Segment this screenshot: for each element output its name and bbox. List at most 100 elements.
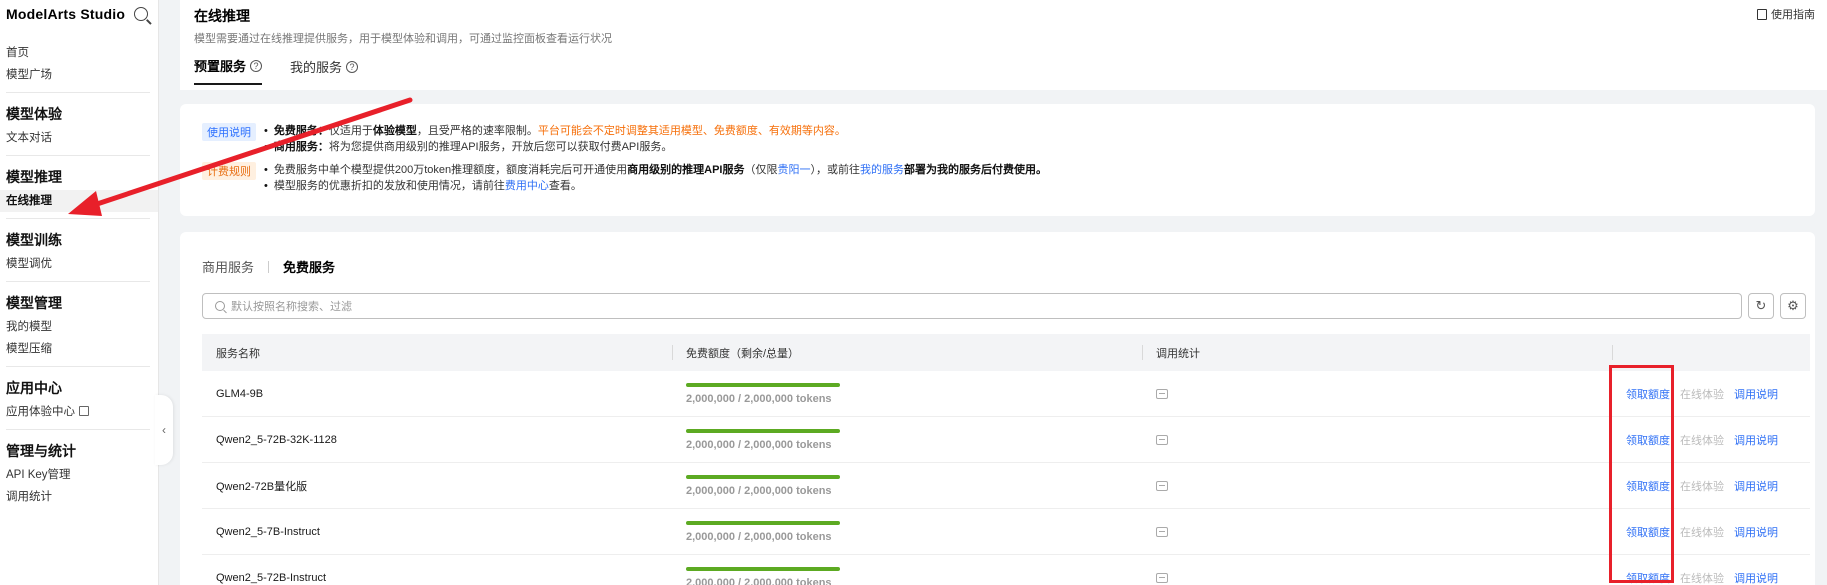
sidebar-collapse-button[interactable]: ‹ (155, 395, 173, 465)
tab-commercial-services[interactable]: 商用服务 (202, 257, 254, 276)
notice-line-discount: 模型服务的优惠折扣的发放和使用情况，请前往费用中心查看。 (264, 178, 1047, 194)
chart-icon[interactable] (1156, 388, 1168, 399)
sidebar-group-model-management: 模型管理 (6, 295, 62, 311)
notice-line-commercial: 商用服务：将为您提供商用级别的推理API服务，开放后您可以获取付费API服务。 (264, 139, 846, 155)
billing-center-link[interactable]: 费用中心 (505, 180, 549, 192)
quota-cell: 2,000,000 / 2,000,000 tokens (672, 463, 1142, 509)
table-row: Qwen2_5-7B-Instruct 2,000,000 / 2,000,000… (202, 509, 1810, 555)
services-table: 服务名称 免费额度（剩余/总量） 调用统计 GLM4-9B 2,000,000 /… (202, 334, 1810, 585)
sidebar-item-online-inference[interactable]: 在线推理 (0, 190, 158, 212)
service-name-cell: GLM4-9B (202, 371, 672, 417)
notice-usage-row: 使用说明 免费服务：仅适用于体验模型，且受严格的速率限制。平台可能会不定时调整其… (202, 123, 846, 155)
column-header-quota: 免费额度（剩余/总量） (672, 334, 1142, 371)
tab-free-services[interactable]: 免费服务 (283, 257, 335, 276)
column-header-name: 服务名称 (216, 347, 260, 360)
quota-cell: 2,000,000 / 2,000,000 tokens (672, 417, 1142, 463)
service-name: GLM4-9B (216, 387, 264, 400)
notice-line-quota: 免费服务中单个模型提供200万token推理额度，额度消耗完后可开通使用商用级别… (264, 162, 1047, 178)
sidebar-item-my-models[interactable]: 我的模型 (0, 316, 158, 338)
divider (6, 429, 150, 430)
online-try-button: 在线体验 (1680, 388, 1724, 401)
sidebar-item-model-compression[interactable]: 模型压缩 (0, 338, 158, 360)
sidebar-group-app-center: 应用中心 (6, 380, 62, 396)
divider (268, 260, 270, 273)
notice-billing-row: 计费规则 免费服务中单个模型提供200万token推理额度，额度消耗完后可开通使… (202, 162, 1047, 194)
document-icon (1757, 8, 1767, 20)
stats-cell (1142, 417, 1612, 463)
sidebar: ModelArts Studio 首页 模型广场 模型体验 文本对话 模型推理 … (0, 0, 159, 585)
search-icon[interactable] (134, 7, 148, 21)
stats-cell (1142, 509, 1612, 555)
service-name-cell: Qwen2_5-7B-Instruct (202, 509, 672, 555)
notice-label: 免费服务： (273, 125, 329, 137)
divider (6, 366, 150, 367)
quota-text: 2,000,000 / 2,000,000 tokens (686, 438, 832, 451)
quota-cell: 2,000,000 / 2,000,000 tokens (672, 555, 1142, 585)
service-name-cell: Qwen2-72B量化版 (202, 463, 672, 509)
search-icon (215, 301, 225, 311)
divider (6, 155, 150, 156)
table-header: 服务名称 免费额度（剩余/总量） 调用统计 (202, 334, 1810, 371)
notice-line-free: 免费服务：仅适用于体验模型，且受严格的速率限制。平台可能会不定时调整其适用模型、… (264, 123, 846, 139)
api-docs-link[interactable]: 调用说明 (1734, 386, 1778, 402)
page-description: 模型需要通过在线推理提供服务，用于模型体验和调用，可通过监控面板查看运行状况 (194, 33, 612, 45)
services-panel: 商用服务 免费服务 默认按照名称搜索、过滤 ↻ ⚙ 服务名称 免费额度（剩余/总… (180, 232, 1815, 585)
region-link[interactable]: 贵阳一 (777, 164, 810, 176)
table-row: Qwen2_5-72B-32K-1128 2,000,000 / 2,000,00… (202, 417, 1810, 463)
sidebar-item-label: 应用体验中心 (6, 406, 75, 418)
table-body: GLM4-9B 2,000,000 / 2,000,000 tokens 领取额度在… (202, 371, 1810, 585)
sidebar-item-home[interactable]: 首页 (0, 42, 158, 64)
notice-text: 免费服务中单个模型提供200万token推理额度，额度消耗完后可开通使用 (273, 164, 628, 176)
service-name: Qwen2_5-72B-32K-1128 (216, 433, 337, 446)
notice-text: 模型服务的优惠折扣的发放和使用情况，请前往 (273, 180, 505, 192)
guide-link[interactable]: 使用指南 (1757, 6, 1815, 22)
column-header-stats: 调用统计 (1142, 334, 1612, 371)
notice-text: ），或前往 (810, 164, 860, 176)
service-type-tabs: 商用服务 免费服务 (202, 257, 335, 276)
service-name: Qwen2-72B量化版 (216, 480, 308, 493)
my-services-link[interactable]: 我的服务 (860, 164, 904, 176)
sidebar-item-app-experience[interactable]: 应用体验中心 (0, 401, 158, 423)
sidebar-item-model-square[interactable]: 模型广场 (0, 64, 158, 86)
notice-label: 商用服务： (273, 141, 329, 153)
stats-cell (1142, 555, 1612, 585)
notice-text: 仅适用于 (328, 125, 373, 137)
api-docs-link[interactable]: 调用说明 (1734, 524, 1778, 540)
usage-notice: 使用说明 免费服务：仅适用于体验模型，且受严格的速率限制。平台可能会不定时调整其… (180, 104, 1815, 216)
quota-text: 2,000,000 / 2,000,000 tokens (686, 576, 832, 585)
service-name: Qwen2_5-72B-Instruct (216, 571, 327, 584)
settings-button[interactable]: ⚙ (1780, 293, 1806, 319)
quota-progress-bar (686, 428, 840, 433)
help-icon[interactable]: ? (346, 60, 359, 73)
chart-icon[interactable] (1156, 434, 1168, 445)
sidebar-group-training: 模型训练 (6, 232, 62, 248)
chevron-left-icon: ‹ (162, 423, 166, 437)
notice-text: 将为您提供商用级别的推理API服务，开放后您可以获取付费API服务。 (328, 141, 673, 153)
quota-text: 2,000,000 / 2,000,000 tokens (686, 530, 832, 543)
sidebar-item-call-stats[interactable]: 调用统计 (0, 486, 158, 508)
gear-icon: ⚙ (1787, 298, 1799, 313)
chart-icon[interactable] (1156, 526, 1168, 537)
chart-icon[interactable] (1156, 572, 1168, 583)
tab-bar: 预置服务? 我的服务? (194, 56, 359, 85)
tab-preset-services[interactable]: 预置服务? (194, 56, 263, 85)
billing-tag: 计费规则 (202, 162, 256, 180)
sidebar-item-model-tuning[interactable]: 模型调优 (0, 253, 158, 275)
stats-cell (1142, 463, 1612, 509)
sidebar-item-api-key[interactable]: API Key管理 (0, 464, 158, 486)
sidebar-item-text-chat[interactable]: 文本对话 (0, 127, 158, 149)
quota-progress-bar (686, 382, 840, 387)
online-try-button: 在线体验 (1680, 480, 1724, 493)
online-try-button: 在线体验 (1680, 434, 1724, 447)
api-docs-link[interactable]: 调用说明 (1734, 478, 1778, 494)
quota-cell: 2,000,000 / 2,000,000 tokens (672, 371, 1142, 417)
api-docs-link[interactable]: 调用说明 (1734, 570, 1778, 585)
search-input[interactable]: 默认按照名称搜索、过滤 (202, 293, 1742, 319)
notice-bold: 商用级别的推理API服务 (627, 164, 745, 176)
refresh-button[interactable]: ↻ (1748, 293, 1774, 319)
api-docs-link[interactable]: 调用说明 (1734, 432, 1778, 448)
help-icon[interactable]: ? (250, 59, 263, 72)
chart-icon[interactable] (1156, 480, 1168, 491)
quota-text: 2,000,000 / 2,000,000 tokens (686, 392, 832, 405)
tab-my-services[interactable]: 我的服务? (290, 56, 359, 85)
